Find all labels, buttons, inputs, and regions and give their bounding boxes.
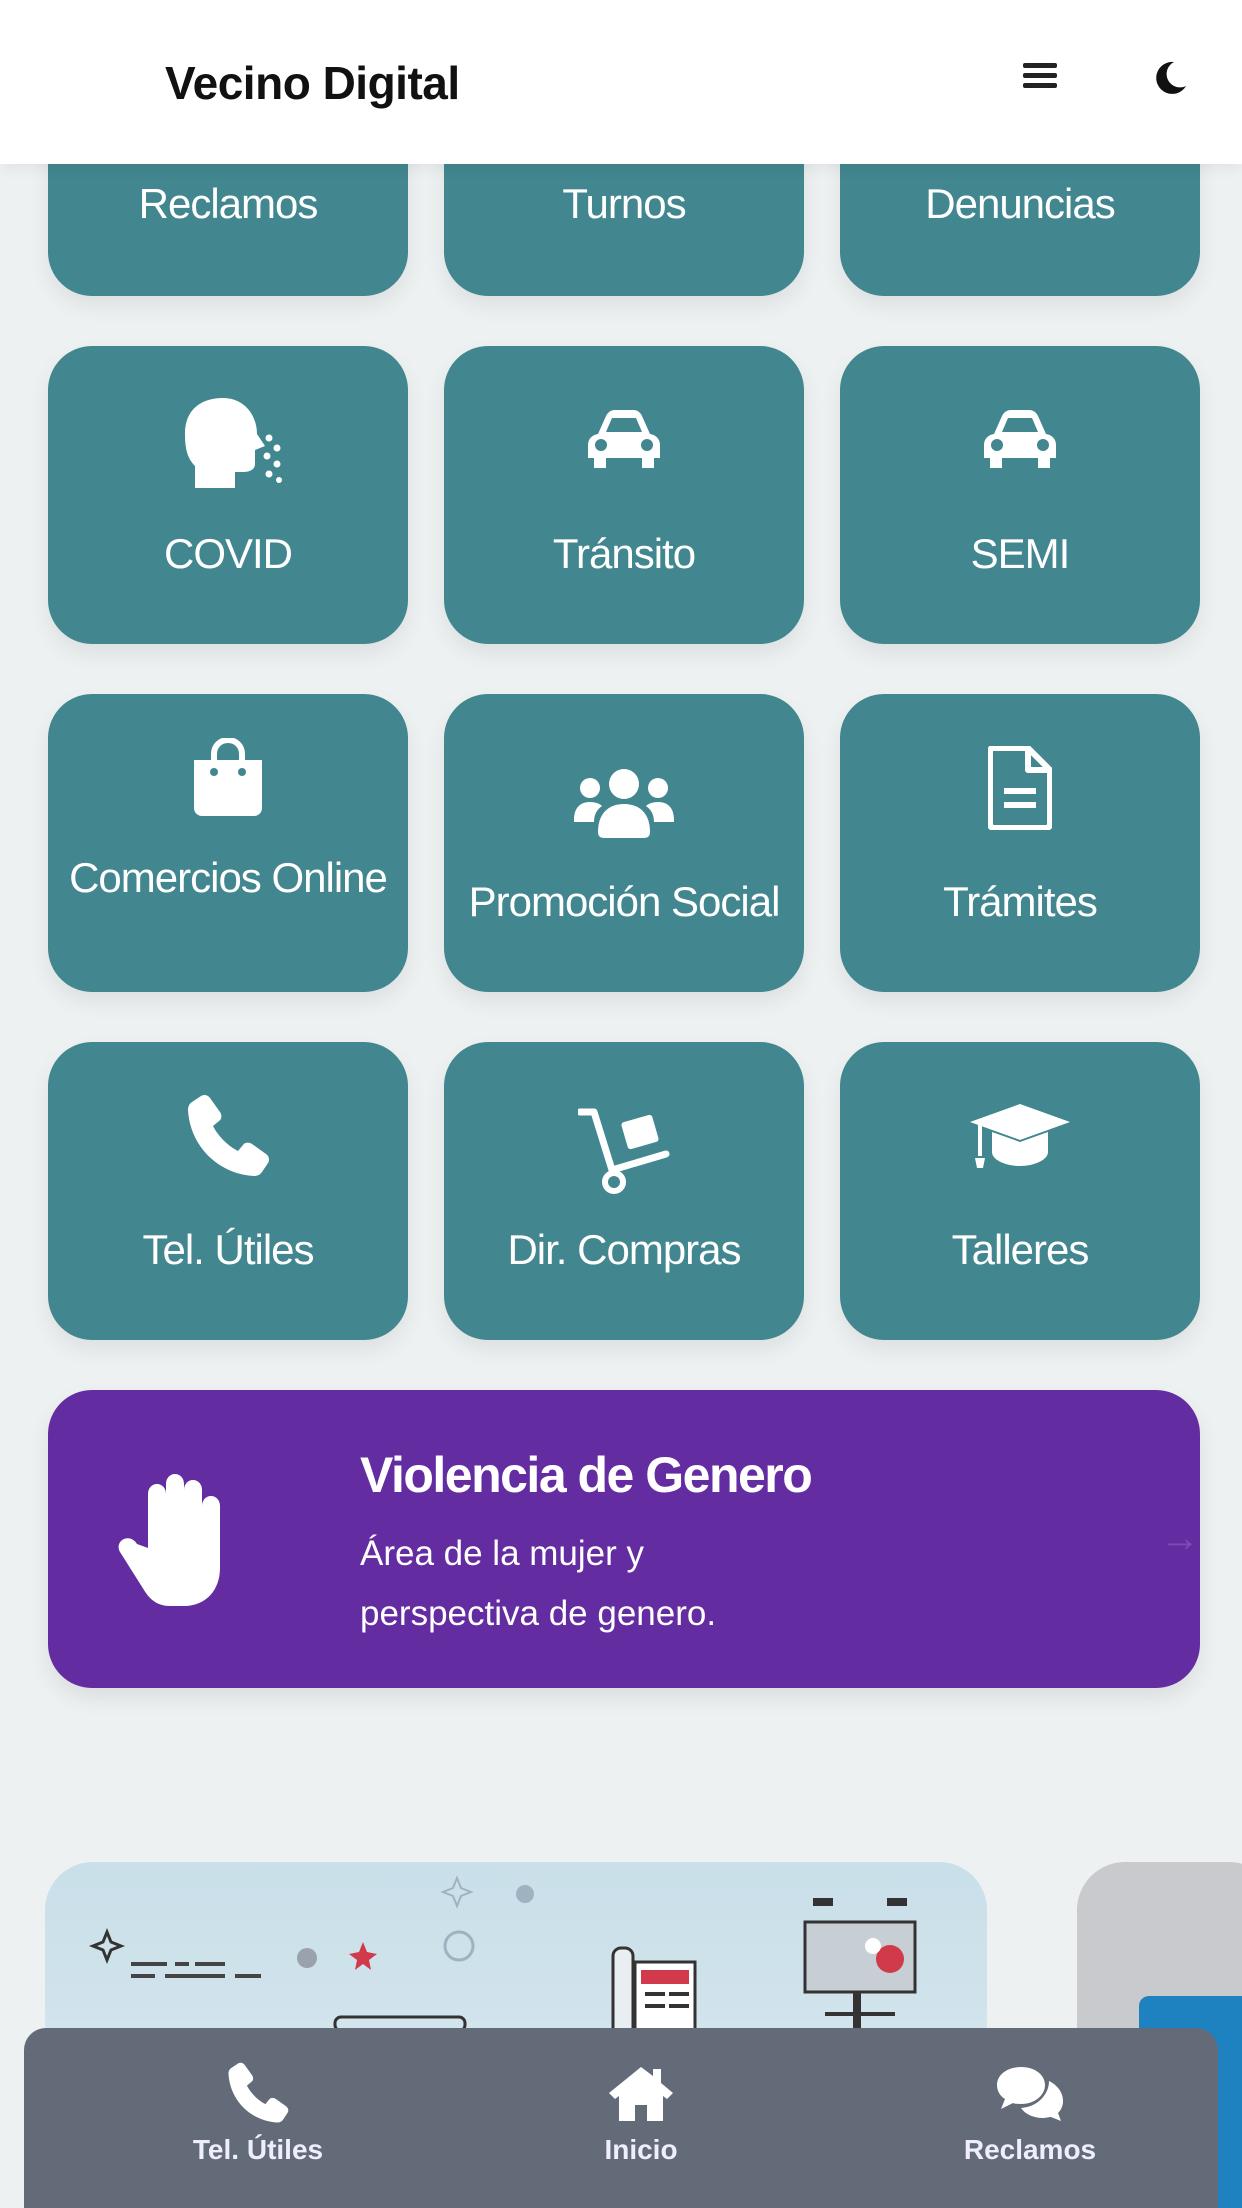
nav-label: Inicio xyxy=(604,2134,678,2165)
graduation-cap-icon xyxy=(840,1102,1200,1198)
arrow-right-icon: → xyxy=(1160,1516,1200,1560)
tile-covid[interactable]: COVID xyxy=(48,346,408,644)
tile-dir-compras[interactable]: Dir. Compras xyxy=(444,1042,804,1340)
tile-label: SEMI xyxy=(970,530,1071,577)
nav-reclamos[interactable]: Reclamos xyxy=(910,2062,1150,2166)
nav-inicio[interactable]: Inicio xyxy=(521,2062,761,2166)
tile-label: Talleres xyxy=(951,1226,1090,1273)
banner-subtitle: Área de la mujer y perspectiva de genero… xyxy=(360,1534,717,1633)
head-cough-icon xyxy=(48,394,408,490)
tile-label: Dir. Compras xyxy=(507,1226,741,1273)
violencia-genero-banner[interactable]: Violencia de Genero Área de la mujer y p… xyxy=(48,1390,1200,1688)
comments-icon xyxy=(910,2062,1150,2124)
file-alt-icon xyxy=(840,746,1200,842)
dolly-icon xyxy=(444,1108,804,1204)
app-title: Vecino Digital xyxy=(165,57,460,109)
phone-icon xyxy=(48,1094,408,1190)
home-icon xyxy=(521,2062,761,2124)
car-icon xyxy=(444,408,804,504)
nav-label: Reclamos xyxy=(963,2134,1097,2165)
tile-promocion-social[interactable]: Promoción Social xyxy=(444,694,804,992)
users-icon xyxy=(444,766,804,862)
tile-label: Trámites xyxy=(943,878,1098,925)
tile-label: Turnos xyxy=(562,180,686,227)
tile-label: Tel. Útiles xyxy=(142,1226,314,1273)
tile-label: Denuncias xyxy=(925,180,1115,227)
hamburger-icon[interactable] xyxy=(1020,58,1060,98)
hand-paper-icon xyxy=(114,1472,234,1608)
nav-tel-utiles[interactable]: Tel. Útiles xyxy=(138,2062,378,2166)
tile-transito[interactable]: Tránsito xyxy=(444,346,804,644)
tile-tramites[interactable]: Trámites xyxy=(840,694,1200,992)
shopping-bag-icon xyxy=(48,738,408,834)
tile-label: Reclamos xyxy=(138,180,319,227)
banner-title: Violencia de Genero xyxy=(360,1447,813,1503)
nav-label: Tel. Útiles xyxy=(192,2134,324,2165)
car-icon xyxy=(840,408,1200,504)
tile-label: Promoción Social xyxy=(468,878,781,925)
bottom-nav: Tel. Útiles Inicio Reclamos xyxy=(24,2028,1218,2208)
phone-icon xyxy=(138,2062,378,2124)
tile-label: Tránsito xyxy=(552,530,696,577)
moon-icon[interactable] xyxy=(1148,56,1192,100)
tile-label: Comercios Online xyxy=(69,854,388,901)
tile-talleres[interactable]: Talleres xyxy=(840,1042,1200,1340)
tile-tel-utiles[interactable]: Tel. Útiles xyxy=(48,1042,408,1340)
tile-label: COVID xyxy=(163,530,293,577)
app-header: Vecino Digital xyxy=(0,0,1242,164)
tile-semi[interactable]: SEMI xyxy=(840,346,1200,644)
tile-comercios-online[interactable]: Comercios Online xyxy=(48,694,408,992)
